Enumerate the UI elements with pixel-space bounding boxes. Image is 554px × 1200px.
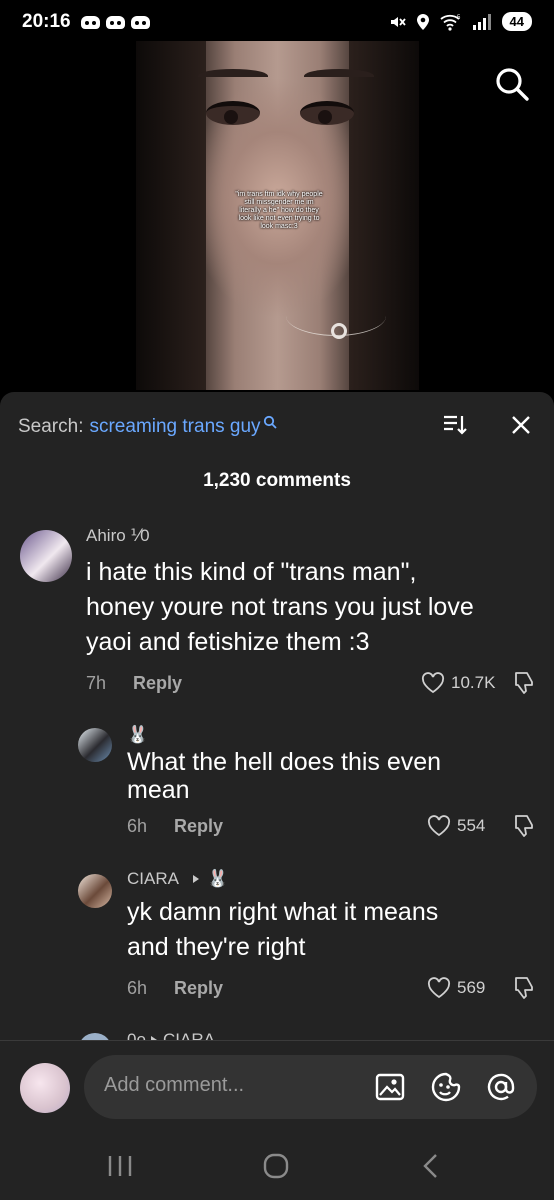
search-header: Search: screaming trans guy (18, 414, 554, 440)
dislike-icon[interactable] (511, 670, 537, 696)
status-time: 20:16 (22, 11, 71, 32)
comment-time: 6h (127, 978, 148, 998)
comment-line: mean (127, 776, 190, 804)
comment-line: yk damn right what it means (127, 898, 439, 926)
avatar[interactable] (78, 728, 112, 762)
comment-line: and they're right (127, 933, 306, 961)
discord-icon (130, 15, 150, 29)
battery-indicator: 44 (501, 12, 532, 31)
reply-button[interactable]: Reply (174, 816, 223, 837)
reply-button[interactable]: Reply (133, 673, 182, 694)
video-player[interactable]: "im trans ftm idk why people still missg… (136, 41, 419, 390)
search-label: Search: (18, 416, 84, 437)
comment-input-placeholder: Add comment... (104, 1074, 245, 1096)
discord-icon (105, 15, 125, 29)
comment-time: 7h (86, 673, 107, 693)
comment-author[interactable]: Ahiro ⅟0 (86, 526, 150, 546)
video-eye (300, 101, 354, 125)
heart-icon (427, 977, 451, 999)
comment-line: yaoi and fetishize them :3 (86, 628, 370, 656)
like-count: 569 (457, 978, 486, 997)
comment-line: i hate this kind of "trans man", (86, 558, 417, 586)
system-nav-bar (0, 1130, 554, 1200)
search-icon[interactable] (263, 415, 277, 431)
dislike-icon[interactable] (511, 975, 537, 1001)
heart-icon (427, 815, 451, 837)
like-count: 10.7K (451, 673, 496, 692)
mute-icon (390, 16, 406, 27)
recent-apps-icon[interactable] (100, 1150, 140, 1182)
comment-line: What the hell does this even (127, 748, 442, 776)
status-bar: 20:16 5 44 (0, 0, 554, 44)
close-icon[interactable] (508, 412, 534, 438)
reply-button[interactable]: Reply (174, 978, 223, 999)
video-brow (198, 69, 268, 83)
like-button[interactable]: 10.7K (421, 672, 495, 694)
dislike-icon[interactable] (511, 813, 537, 839)
search-term-link[interactable]: screaming trans guy (89, 416, 260, 438)
video-hair (136, 41, 206, 390)
comment-input-bar: Add comment... (0, 1040, 554, 1130)
like-button[interactable]: 569 (427, 977, 485, 999)
avatar[interactable] (78, 874, 112, 908)
avatar[interactable] (20, 530, 72, 582)
video-caption: "im trans ftm idk why people still missg… (235, 191, 323, 230)
notification-icons (80, 15, 150, 29)
video-eye (206, 101, 260, 125)
sort-icon[interactable] (442, 412, 468, 438)
like-button[interactable]: 554 (427, 815, 485, 837)
svg-text:5: 5 (457, 15, 461, 21)
video-hair (349, 41, 419, 390)
location-icon (416, 13, 429, 30)
image-icon[interactable] (374, 1071, 406, 1103)
comment-author[interactable]: CIARA (127, 869, 179, 889)
reply-to-author[interactable]: 🐰 (207, 869, 228, 889)
heart-icon (421, 672, 445, 694)
search-icon[interactable] (492, 64, 532, 104)
comment-count: 1,230 comments (203, 470, 351, 491)
reply-arrow-icon (193, 875, 199, 883)
video-brow (304, 69, 374, 83)
user-avatar[interactable] (20, 1063, 70, 1113)
video-necklace (331, 323, 347, 339)
comment-line: honey youre not trans you just love (86, 593, 474, 621)
signal-icon (472, 13, 491, 30)
mention-icon[interactable] (485, 1071, 517, 1103)
comment-author[interactable]: 🐰 (127, 725, 148, 745)
comment-input[interactable]: Add comment... (84, 1055, 537, 1119)
back-icon[interactable] (412, 1150, 452, 1182)
emoji-icon[interactable] (430, 1071, 462, 1103)
discord-icon (80, 15, 100, 29)
status-right: 5 44 (388, 12, 532, 31)
wifi-icon: 5 (439, 14, 461, 31)
like-count: 554 (457, 816, 486, 835)
comment-time: 6h (127, 816, 148, 836)
home-icon[interactable] (256, 1150, 296, 1182)
